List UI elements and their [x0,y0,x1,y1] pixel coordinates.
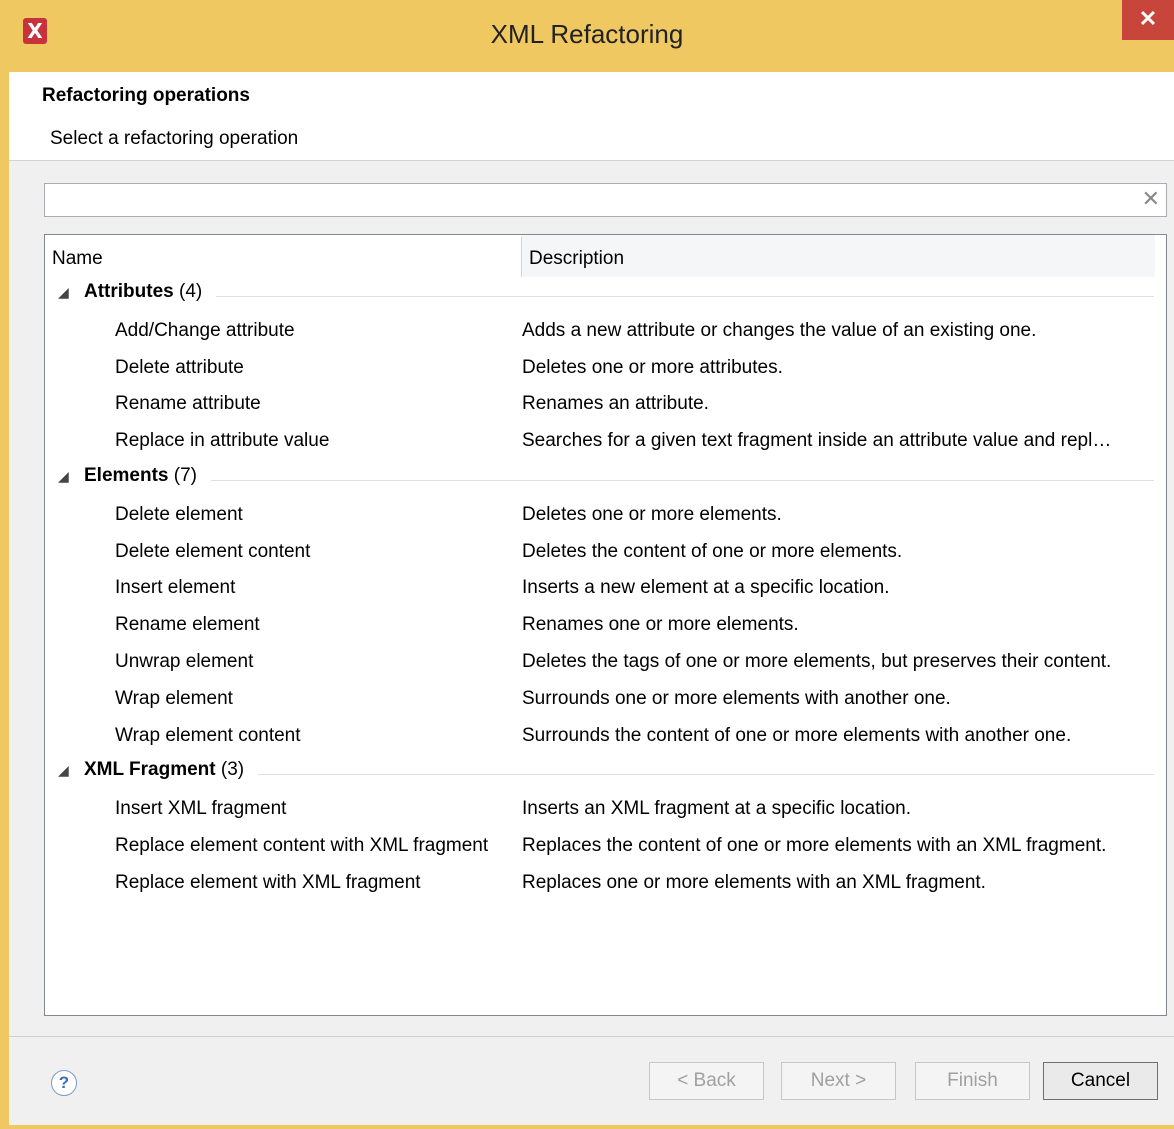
operation-description: Deletes one or more elements. [522,503,782,525]
column-header-name[interactable]: Name [52,235,103,277]
operation-description: Deletes the content of one or more eleme… [522,540,903,562]
search-input[interactable]: ✕ [44,183,1167,217]
group-label: Attributes (4) [84,281,202,303]
operation-description: Surrounds the content of one or more ele… [522,724,1072,746]
operation-name: Wrap element content [115,724,301,746]
table-row[interactable]: Wrap element Surrounds one or more elemen… [45,682,1166,718]
table-row[interactable]: Delete element Deletes one or more elemen… [45,498,1166,534]
dialog-window: X XML Refactoring ✕ Refactoring operatio… [0,0,1174,1129]
group-divider [211,480,1154,481]
table-row[interactable]: Delete attribute Deletes one or more attr… [45,351,1166,387]
operation-name: Insert element [115,577,236,599]
page-title: Refactoring operations [42,85,250,106]
operation-description: Adds a new attribute or changes the valu… [522,319,1037,341]
operation-description: Replaces the content of one or more elem… [522,835,1107,856]
table-row[interactable]: Rename attribute Renames an attribute. [45,387,1166,423]
window-title: XML Refactoring [490,19,684,49]
table-row[interactable]: Insert XML fragment Inserts an XML fragme… [45,792,1166,828]
column-header-description[interactable]: Description [529,235,624,277]
operation-name: Replace element with XML fragment [115,871,421,893]
group-name: Elements [84,465,169,486]
group-count: (4) [179,281,203,302]
operation-description: Surrounds one or more elements with anot… [522,687,951,709]
table-row[interactable]: Add/Change attribute Adds a new attribute… [45,314,1166,350]
operation-description: Renames one or more elements. [522,614,799,636]
operation-description: Renames an attribute. [522,393,709,415]
collapse-arrow-icon[interactable]: ◢ [58,762,69,779]
group-label: XML Fragment (3) [84,759,244,781]
operation-name: Rename attribute [115,393,261,415]
operation-name: Unwrap element [115,651,254,672]
group-row[interactable]: ◢ Attributes (4) [45,277,1166,313]
operation-description: Deletes one or more attributes. [522,356,783,378]
table-row[interactable]: Delete element content Deletes the conten… [45,535,1166,571]
group-count: (3) [220,759,245,781]
operation-description: Replaces one or more elements with an XM… [522,871,986,893]
footer-divider [9,1036,1174,1037]
finish-button[interactable]: Finish [915,1062,1030,1100]
operation-description: Inserts a new element at a specific loca… [522,577,890,599]
operation-description: Deletes the tags of one or more elements… [522,651,1112,672]
dialog-client: Refactoring operations Select a refactor… [9,72,1174,1125]
table-row[interactable]: Replace in attribute value Searches for a… [45,424,1166,460]
cancel-button[interactable]: Cancel [1043,1062,1158,1100]
group-row[interactable]: ◢ XML Fragment (3) [45,755,1166,791]
close-button[interactable]: ✕ [1122,0,1174,40]
group-label: Elements (7) [84,465,197,487]
group-name: Attributes [84,281,174,302]
next-button[interactable]: Next > [781,1062,896,1100]
group-divider [216,296,1154,297]
column-divider[interactable] [521,237,522,277]
operation-name: Add/Change attribute [115,319,295,341]
group-name: XML Fragment [84,759,216,781]
page-subtitle: Select a refactoring operation [50,128,299,149]
operation-name: Replace element content with XML fragmen… [115,835,489,856]
group-row[interactable]: ◢ Elements (7) [45,461,1166,497]
table-row[interactable]: Wrap element content Surrounds the conten… [45,719,1166,755]
operation-name: Insert XML fragment [115,798,287,820]
table-header: Name Description [45,235,1166,277]
header-panel: Refactoring operations Select a refactor… [9,72,1174,161]
operation-name: Delete element [115,503,243,525]
collapse-arrow-icon[interactable]: ◢ [58,284,69,301]
operation-description: Inserts an XML fragment at a specific lo… [522,798,911,820]
operation-name: Delete element content [115,540,311,562]
operation-name: Replace in attribute value [115,430,330,452]
table-row[interactable]: Rename element Renames one or more elemen… [45,608,1166,644]
clear-icon[interactable]: ✕ [1142,186,1160,212]
back-button[interactable]: < Back [649,1062,764,1100]
collapse-arrow-icon[interactable]: ◢ [58,468,69,485]
table-row[interactable]: Replace element with XML fragment Replace… [45,866,1166,902]
table-row[interactable]: Unwrap element Deletes the tags of one or… [45,645,1166,681]
table-row[interactable]: Insert element Inserts a new element at a… [45,571,1166,607]
operation-name: Wrap element [115,687,233,709]
help-icon[interactable]: ? [51,1070,77,1096]
operation-description: Searches for a given text fragment insid… [522,430,1112,452]
operations-table: Name Description ◢ Attributes (4) Add/Chan… [44,234,1167,1016]
group-divider [258,774,1154,776]
title-bar[interactable]: X XML Refactoring ✕ [0,0,1174,72]
table-row[interactable]: Replace element content with XML fragmen… [45,829,1166,865]
group-count: (7) [173,465,197,486]
operation-name: Rename element [115,614,260,636]
operation-name: Delete attribute [115,356,244,378]
